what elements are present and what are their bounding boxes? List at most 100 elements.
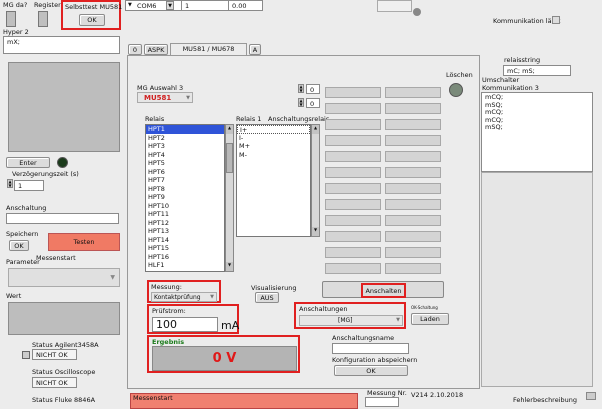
relay-cell [325, 119, 381, 130]
mg-auswahl-arrow-icon: ▼ [186, 95, 190, 101]
verz-field[interactable]: 1 [14, 180, 44, 191]
list-item[interactable]: HPT2 [146, 134, 224, 143]
relais-listbox[interactable]: HPT1 HPT2 HPT3 HPT4 HPT5 HPT6 HPT7 HPT8 … [145, 124, 225, 272]
kommunikation3-log: mCQ; mSQ; mCQ; mCQ; mSQ; [481, 92, 593, 172]
parameter-label: Parameter [6, 258, 40, 266]
relay-cell [325, 263, 381, 274]
tab-aspk[interactable]: ASPK [144, 44, 168, 55]
anschaltung-label: Anschaltung [6, 204, 47, 212]
list-item[interactable]: HPT16 [146, 253, 224, 262]
relay-cell [325, 103, 381, 114]
list-item[interactable]: HPT3 [146, 142, 224, 151]
testen-button[interactable]: Testen [48, 233, 120, 251]
relay-cell [325, 87, 381, 98]
list-item[interactable]: HPT8 [146, 185, 224, 194]
port-value: COM6 [137, 2, 157, 10]
relais-scroll-thumb[interactable] [226, 143, 233, 173]
list-item[interactable]: HPT5 [146, 159, 224, 168]
list-item[interactable]: HPT9 [146, 193, 224, 202]
kommunikation-checkbox[interactable] [552, 16, 560, 24]
speichern-ok-button[interactable]: OK [9, 240, 29, 251]
relay-cell [325, 247, 381, 258]
ergebnis-label: Ergebnis [152, 338, 185, 346]
mg-auswahl-select[interactable]: MU581 ▼ [137, 92, 193, 103]
anschaltungen-value: [MG] [338, 317, 353, 324]
left-top-panel [8, 62, 120, 152]
status-osc-label: Status Oscilloscope [32, 368, 96, 376]
spin-2-field[interactable]: 0 [306, 98, 320, 108]
selbsttest-ok-button[interactable]: OK [79, 14, 105, 26]
list-item[interactable]: HPT1 [146, 125, 224, 134]
tab-mu581-mu678[interactable]: MU581 / MU678 [170, 43, 247, 55]
anschalten-button[interactable]: Anschalten [361, 283, 406, 298]
spin-2[interactable]: ▲ ▼ [298, 98, 304, 107]
scroll-down-icon[interactable]: ▼ [226, 262, 233, 271]
anschaltung-field[interactable] [6, 213, 119, 224]
verz-label: Verzögerungszeit (s) [12, 170, 79, 178]
anschaltungsname-field[interactable] [332, 343, 409, 354]
messenstart-label: Messenstart [36, 254, 76, 262]
num2-field[interactable]: 0.00 [228, 0, 263, 11]
anschaltungen-select[interactable]: [MG] ▼ [299, 315, 403, 326]
list-item[interactable]: HPT10 [146, 202, 224, 211]
messung-value: Kontaktprüfung [154, 294, 201, 301]
spin-1-field[interactable]: 0 [306, 84, 320, 94]
list-item[interactable]: HPT15 [146, 244, 224, 253]
scroll-up-icon[interactable]: ▲ [312, 125, 319, 134]
relaisstring-field[interactable]: mC; mS; [503, 65, 571, 76]
relais1-label: Relais 1 [236, 115, 262, 123]
loeschen-led-icon[interactable] [449, 83, 463, 97]
spin-1[interactable]: ▲ ▼ [298, 84, 304, 93]
ok-schaltung-label: OK-Schaltung [411, 305, 438, 310]
status-agilent-checkbox[interactable] [22, 351, 30, 359]
list-item[interactable]: HLF1 [146, 261, 224, 270]
list-item[interactable]: HPT12 [146, 219, 224, 228]
messung-nr-field[interactable] [365, 397, 399, 407]
register-toggle[interactable] [38, 11, 48, 27]
relay-cell [385, 263, 441, 274]
port-dropdown-icon[interactable]: ▼ [166, 1, 174, 10]
relais1-scrollbar[interactable]: ▲ ▼ [311, 124, 320, 237]
list-item[interactable]: HPT14 [146, 236, 224, 245]
list-item[interactable]: HPT7 [146, 176, 224, 185]
bottom-right-box [586, 392, 596, 400]
relay-cell [385, 231, 441, 242]
top-led-icon [413, 8, 421, 16]
status-agilent-label: Status Agilent3458A [32, 341, 99, 349]
list-item[interactable]: HPT13 [146, 227, 224, 236]
messung-select[interactable]: Kontaktprüfung ▼ [151, 292, 217, 302]
tab-a[interactable]: A [249, 44, 261, 55]
status-agilent-value: NICHT OK [32, 349, 77, 360]
list-item[interactable]: M- [237, 151, 310, 160]
scroll-up-icon[interactable]: ▲ [226, 125, 233, 134]
port-arrow-icon: ▼ [128, 2, 132, 8]
list-item[interactable]: I- [237, 134, 310, 143]
relais1-listbox[interactable]: I+ I- M+ M- [236, 124, 311, 237]
tab-0[interactable]: 0 [128, 44, 142, 55]
messstart-bottom-label: Messenstart [133, 394, 173, 402]
relay-cell [325, 151, 381, 162]
scroll-down-icon[interactable]: ▼ [312, 227, 319, 236]
list-item[interactable]: M+ [237, 142, 310, 151]
laden-button[interactable]: Laden [411, 313, 449, 325]
pruefstrom-unit: mA [221, 319, 240, 332]
konfig-ok-button[interactable]: OK [334, 365, 408, 376]
list-item[interactable]: I+ [237, 125, 310, 134]
pruefstrom-field[interactable]: 100 [152, 317, 218, 332]
enter-button[interactable]: Enter [6, 157, 50, 168]
relais-scrollbar[interactable]: ▲ ▼ [225, 124, 234, 272]
fehlerbeschreibung-label: Fehlerbeschreibung [513, 396, 578, 404]
mg-da-toggle[interactable] [6, 11, 16, 27]
anschaltungsrelais-label: Anschaltungsrelais [268, 115, 330, 123]
list-item[interactable]: HPT4 [146, 151, 224, 160]
anschaltungen-label: Anschaltungen [299, 305, 348, 313]
list-item[interactable]: HPT11 [146, 210, 224, 219]
verz-spinner[interactable]: ▲ ▼ [7, 179, 13, 188]
visualisierung-aus-button[interactable]: AUS [255, 292, 279, 303]
list-item[interactable]: HPT6 [146, 168, 224, 177]
ergebnis-group: Ergebnis 0 V [147, 335, 300, 373]
version-date: 2.10.2018 [430, 391, 464, 399]
hyper-field[interactable]: mX; [3, 36, 120, 54]
visualisierung-label: Visualisierung [251, 284, 297, 292]
parameter-select[interactable]: ▼ [8, 268, 120, 287]
